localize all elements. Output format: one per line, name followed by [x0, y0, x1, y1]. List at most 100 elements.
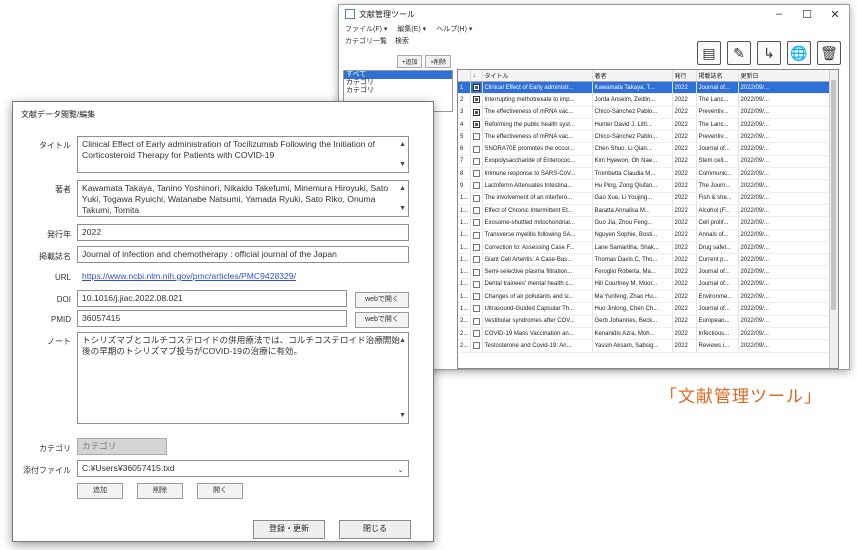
checkbox-icon[interactable] [472, 121, 480, 128]
checkbox-icon[interactable] [472, 145, 480, 153]
row-checkbox[interactable] [470, 241, 483, 255]
checkbox-icon[interactable] [472, 108, 480, 116]
url-link[interactable]: https://www.ncbi.nlm.nih.gov/pmc/article… [77, 268, 409, 285]
row-checkbox[interactable] [470, 253, 483, 267]
pmid-open-web-button[interactable]: webで開く [355, 312, 409, 328]
category-item[interactable]: カテゴリ [344, 79, 452, 87]
scrollbar-thumb[interactable] [831, 80, 836, 310]
category-item[interactable]: カテゴリ [344, 87, 452, 95]
table-row[interactable]: 5 The effectiveness of mRNA vac... Chico-S… [458, 130, 838, 144]
checkbox-icon[interactable] [472, 293, 480, 301]
row-checkbox[interactable] [470, 118, 483, 132]
checkbox-icon[interactable] [472, 84, 480, 92]
note-textarea[interactable]: トシリズマブとコルチコステロイドの併用療法では、コルチコステロイド治療開始後の早… [77, 332, 409, 424]
export-icon[interactable]: ↳ [757, 41, 781, 65]
checkbox-icon[interactable] [472, 231, 480, 239]
doi-field[interactable]: 10.1016/j.jiac.2022.08.021 [77, 290, 347, 307]
scroll-up-icon[interactable]: ▲ [399, 335, 406, 346]
year-field[interactable]: 2022 [77, 224, 409, 241]
table-row[interactable]: 1... Changes of air pollutants and si... M… [458, 290, 838, 304]
attachment-open-button[interactable]: 開く [197, 483, 243, 499]
table-row[interactable]: 1... Exosome-shuttled mitochondrial... Guo… [458, 216, 838, 230]
table-row[interactable]: 1... Correction to: Assessing Case F... La… [458, 241, 838, 255]
checkbox-icon[interactable] [472, 280, 480, 288]
row-checkbox[interactable] [470, 204, 483, 218]
row-checkbox[interactable] [470, 142, 483, 156]
menu-edit[interactable]: 編集(E) ▾ [397, 24, 426, 34]
checkbox-icon[interactable] [472, 330, 480, 338]
close-button[interactable]: 閉じる [339, 520, 411, 539]
globe-icon[interactable]: 🌐 [787, 41, 811, 65]
checkbox-icon[interactable] [472, 219, 480, 227]
table-row[interactable]: 1... Transverse myelitis following SA... N… [458, 229, 838, 242]
attachment-remove-button[interactable]: 削除 [137, 483, 183, 499]
table-scrollbar[interactable] [829, 70, 838, 368]
row-checkbox[interactable] [470, 265, 483, 279]
table-row[interactable]: 2... COVID-19 Mass Vaccination an... Kenan… [458, 327, 838, 341]
menu-file[interactable]: ファイル(F) ▾ [345, 24, 387, 34]
row-checkbox[interactable] [470, 216, 483, 230]
journal-field[interactable]: Journal of infection and chemotherapy : … [77, 246, 409, 263]
attachment-select[interactable]: C:¥Users¥36057415.txd ⌄ [77, 460, 409, 477]
row-checkbox[interactable] [470, 290, 483, 304]
edit-icon[interactable]: ✎ [727, 41, 751, 65]
table-row[interactable]: 2... Vestibular syndromes after COV... Ger… [458, 315, 838, 328]
authors-field[interactable]: Kawamata Takaya, Tanino Yoshinori, Nikai… [77, 180, 409, 217]
column-header-check[interactable]: ↓ [470, 70, 483, 82]
trash-icon[interactable]: 🗑 [817, 41, 841, 65]
save-update-button[interactable]: 登録・更新 [253, 520, 325, 539]
row-checkbox[interactable] [470, 192, 483, 205]
doi-open-web-button[interactable]: webで開く [355, 292, 409, 308]
row-checkbox[interactable] [470, 167, 483, 181]
checkbox-icon[interactable] [472, 133, 480, 141]
table-row[interactable]: 1... The involvement of an interfero... Ga… [458, 192, 838, 205]
checkbox-icon[interactable] [472, 243, 480, 251]
checkbox-icon[interactable] [472, 207, 480, 215]
table-row[interactable]: 4 Reforming the public health syst... Hunt… [458, 118, 838, 132]
tab-category-list[interactable]: カテゴリ一覧 [345, 36, 387, 46]
row-checkbox[interactable] [470, 229, 483, 242]
table-row[interactable]: 9 Lactoferrin Attenuates Intestina... Hu P… [458, 179, 838, 193]
row-checkbox[interactable] [470, 339, 483, 353]
scroll-down-icon[interactable]: ▼ [399, 159, 406, 170]
column-header-year[interactable]: 発行 [672, 70, 697, 82]
table-row[interactable]: 3 The effectiveness of mRNA vac... Chico-S… [458, 106, 838, 119]
row-checkbox[interactable] [470, 179, 483, 193]
scroll-up-icon[interactable]: ▲ [399, 139, 406, 150]
table-row[interactable]: 2... Testosterone and Covid-19: An... Yass… [458, 339, 838, 353]
tab-search[interactable]: 検索 [395, 36, 409, 46]
table-row[interactable]: 1... Giant Cell Arteritis: A Case-Bas... T… [458, 253, 838, 267]
row-checkbox[interactable] [470, 155, 483, 169]
checkbox-icon[interactable] [472, 170, 480, 178]
row-checkbox[interactable] [470, 302, 483, 316]
checkbox-icon[interactable] [472, 305, 480, 313]
close-icon[interactable]: ✕ [821, 8, 849, 21]
checkbox-icon[interactable] [472, 182, 480, 190]
column-header-title[interactable]: タイトル [482, 70, 593, 82]
table-row[interactable]: 1... Semi-selective plasma filtration... F… [458, 265, 838, 279]
new-document-icon[interactable]: ▤ [697, 41, 721, 65]
table-row[interactable]: 7 Exopolysaccharide of Enterococ... Kim Hy… [458, 155, 838, 169]
table-row[interactable]: 1... Dental trainees' mental health c... H… [458, 278, 838, 292]
row-checkbox[interactable] [470, 106, 483, 119]
scroll-up-icon[interactable]: ▲ [399, 183, 406, 194]
chevron-down-icon[interactable]: ⌄ [397, 464, 404, 475]
checkbox-icon[interactable] [472, 256, 480, 264]
checkbox-icon[interactable] [472, 194, 480, 202]
row-checkbox[interactable] [470, 81, 483, 95]
menu-help[interactable]: ヘルプ(H) ▾ [436, 24, 472, 34]
row-checkbox[interactable] [470, 315, 483, 328]
column-header-journal[interactable]: 掲載誌名 [696, 70, 739, 82]
scroll-down-icon[interactable]: ▼ [399, 410, 406, 421]
checkbox-icon[interactable] [472, 342, 480, 350]
table-row[interactable]: 1... Effect of Chronic Intermittent Et...… [458, 204, 838, 218]
add-category-button[interactable]: +追加 [396, 55, 423, 68]
table-row[interactable]: 2 Interrupting methotrexate to imp... Jord… [458, 93, 838, 107]
minimize-icon[interactable]: – [765, 8, 793, 21]
column-header-author[interactable]: 著者 [592, 70, 673, 82]
table-row[interactable]: 1... Ultrasound-Guided Capsular Th... Huo … [458, 302, 838, 316]
row-checkbox[interactable] [470, 327, 483, 341]
maximize-icon[interactable]: ☐ [793, 8, 821, 21]
scroll-down-icon[interactable]: ▼ [399, 203, 406, 214]
row-checkbox[interactable] [470, 93, 483, 107]
